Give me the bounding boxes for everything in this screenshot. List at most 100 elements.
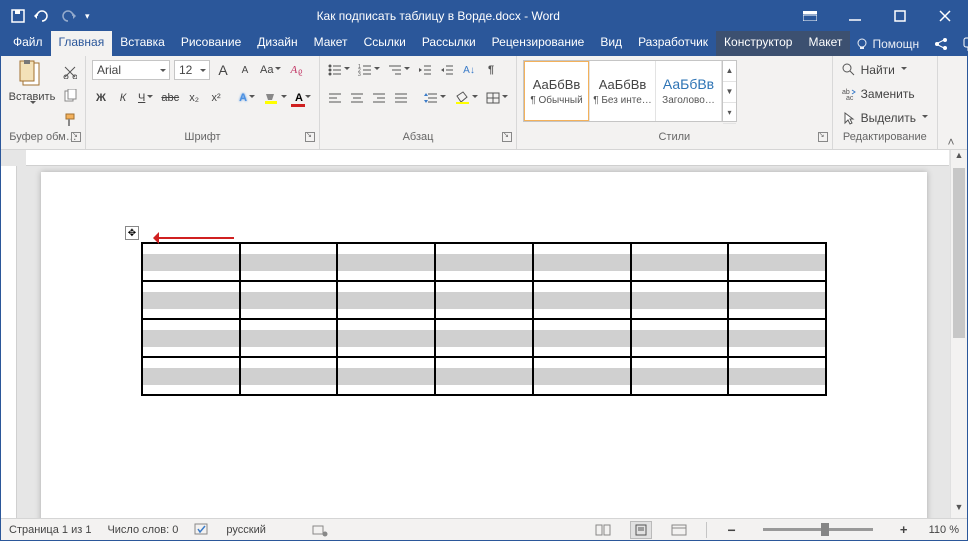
comments-icon[interactable] [963,37,968,51]
gallery-more-icon[interactable]: ▾ [723,103,736,124]
macro-record-icon[interactable] [312,523,328,537]
tab-table-layout[interactable]: Макет [800,31,850,56]
tab-home[interactable]: Главная [51,31,113,56]
highlight-button[interactable] [261,88,289,108]
font-size-combo[interactable]: 12 [174,60,210,80]
style-heading1[interactable]: АаБбВв Заголово… [656,61,722,121]
borders-button[interactable] [484,88,510,108]
superscript-button[interactable]: x² [207,88,225,108]
outdent-button[interactable] [416,60,434,80]
format-painter-button[interactable] [61,110,79,130]
tab-references[interactable]: Ссылки [356,31,414,56]
save-icon[interactable] [11,9,25,23]
window-title: Как подписать таблицу в Ворде.docx - Wor… [90,9,787,23]
status-language[interactable]: русский [226,524,265,536]
zoom-slider[interactable] [763,528,873,531]
document-page[interactable]: ✥ [41,172,927,518]
document-table[interactable] [141,242,827,396]
bold-button[interactable]: Ж [92,88,110,108]
chevron-down-icon [29,104,36,113]
styles-gallery[interactable]: АаБбВв ¶ Обычный АаБбВв ¶ Без инте… АаБб… [523,60,737,122]
collapse-ribbon-icon[interactable]: ˄ [938,135,964,149]
vertical-ruler[interactable] [1,166,17,518]
scroll-up-icon[interactable]: ▲ [951,150,967,166]
redo-icon[interactable] [59,9,77,23]
align-justify-button[interactable] [392,88,410,108]
dialog-launcher-icon[interactable] [71,132,81,142]
minimize-icon[interactable] [832,1,877,31]
multilevel-button[interactable] [386,60,412,80]
scrollbar-thumb[interactable] [953,168,965,338]
italic-button[interactable]: К [114,88,132,108]
zoom-level[interactable]: 110 % [929,524,959,536]
text-effects-button[interactable]: A [237,88,257,108]
tell-me[interactable]: Помощн [850,31,925,56]
font-color-button[interactable]: A [293,88,313,108]
shading-button[interactable] [452,88,480,108]
cut-button[interactable] [61,62,79,82]
tab-view[interactable]: Вид [592,31,630,56]
vertical-scrollbar[interactable]: ▲ ▼ [950,150,967,518]
strike-button[interactable]: abc [159,88,181,108]
find-button[interactable]: Найти [839,60,910,80]
change-case-button[interactable]: Aa [258,60,283,80]
undo-icon[interactable] [33,9,51,23]
align-right-button[interactable] [370,88,388,108]
status-words[interactable]: Число слов: 0 [107,524,178,536]
grow-font-button[interactable]: A [214,60,232,80]
maximize-icon[interactable] [877,1,922,31]
table-move-handle[interactable]: ✥ [125,226,139,240]
zoom-out-button[interactable]: − [723,520,741,540]
sort-button[interactable]: A↓ [460,60,478,80]
group-editing-label: Редактирование [839,131,931,147]
gallery-up-icon[interactable]: ▲ [723,61,736,82]
numbering-button[interactable]: 123 [356,60,382,80]
gallery-down-icon[interactable]: ▼ [723,82,736,103]
shrink-font-button[interactable]: A [236,60,254,80]
subscript-button[interactable]: x₂ [185,88,203,108]
style-nospacing[interactable]: АаБбВв ¶ Без инте… [590,61,656,121]
underline-button[interactable]: Ч [136,88,155,108]
show-marks-button[interactable]: ¶ [482,60,500,80]
close-icon[interactable] [922,1,967,31]
tab-layout[interactable]: Макет [306,31,356,56]
zoom-in-button[interactable]: + [895,520,913,540]
scroll-down-icon[interactable]: ▼ [951,502,967,518]
tab-design[interactable]: Дизайн [249,31,305,56]
horizontal-ruler[interactable] [26,150,949,166]
view-print-button[interactable] [630,521,652,539]
copy-button[interactable] [61,86,79,106]
tab-table-constructor[interactable]: Конструктор [716,31,800,56]
bullets-button[interactable] [326,60,352,80]
spellcheck-icon[interactable] [194,523,210,537]
view-web-button[interactable] [668,521,690,539]
cursor-icon [842,111,856,125]
brush-icon [63,113,77,127]
font-name-combo[interactable]: Arial [92,60,170,80]
status-page[interactable]: Страница 1 из 1 [9,524,91,536]
style-normal[interactable]: АаБбВв ¶ Обычный [524,61,590,121]
svg-text:ac: ac [846,95,854,101]
tab-review[interactable]: Рецензирование [484,31,593,56]
group-styles-label: Стили [658,131,690,143]
replace-button[interactable]: abac Заменить [839,84,918,104]
tab-file[interactable]: Файл [5,31,51,56]
tab-developer[interactable]: Разработчик [630,31,716,56]
tab-insert[interactable]: Вставка [112,31,173,56]
clear-format-button[interactable]: Aᵨ [287,60,305,80]
share-icon[interactable] [933,37,949,51]
indent-button[interactable] [438,60,456,80]
ribbon-options-icon[interactable] [787,1,832,31]
align-center-button[interactable] [348,88,366,108]
view-read-button[interactable] [592,521,614,539]
paste-button[interactable]: Вставить [7,58,57,113]
tab-mailings[interactable]: Рассылки [414,31,484,56]
align-left-button[interactable] [326,88,344,108]
tab-draw[interactable]: Рисование [173,31,249,56]
select-button[interactable]: Выделить [839,108,931,128]
line-spacing-button[interactable] [422,88,448,108]
dialog-launcher-icon[interactable] [502,132,512,142]
dialog-launcher-icon[interactable] [818,132,828,142]
annotation-arrow [147,232,234,244]
dialog-launcher-icon[interactable] [305,132,315,142]
